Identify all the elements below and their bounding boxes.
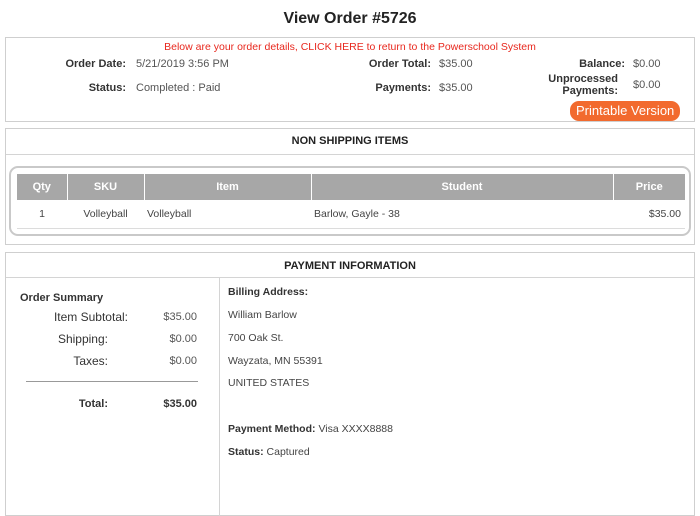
- order-total-label: Order Total:: [368, 58, 431, 70]
- payment-status-row: Status: Captured: [228, 446, 310, 458]
- summary-divider: [26, 381, 198, 382]
- items-table-header: Qty SKU Item Student Price: [17, 174, 685, 200]
- billing-country: UNITED STATES: [228, 377, 310, 389]
- payment-method-value: Visa XXXX8888: [318, 423, 393, 435]
- items-table: Qty SKU Item Student Price 1 Volleyball …: [17, 174, 685, 229]
- order-date-label: Order Date:: [65, 58, 126, 70]
- order-total-value: $35.00: [439, 58, 473, 70]
- payments-label: Payments:: [375, 82, 431, 94]
- unprocessed-payments-value: $0.00: [633, 79, 661, 91]
- cell-item: Volleyball: [144, 200, 311, 229]
- shipping-label: Shipping:: [57, 332, 108, 346]
- balance-label: Balance:: [579, 58, 625, 70]
- billing-city-state-zip: Wayzata, MN 55391: [228, 355, 323, 367]
- return-to-powerschool-link[interactable]: Below are your order details, CLICK HERE…: [6, 41, 694, 53]
- unprocessed-label-line1: Unprocessed: [548, 73, 618, 85]
- non-shipping-items-panel: NON SHIPPING ITEMS Qty SKU Item Student …: [5, 128, 695, 245]
- billing-name: William Barlow: [228, 309, 297, 321]
- shipping-value: $0.00: [169, 333, 197, 345]
- cell-sku: Volleyball: [67, 200, 144, 229]
- column-divider: [219, 277, 220, 516]
- total-value: $35.00: [163, 398, 197, 410]
- unprocessed-label-line2: Payments:: [562, 85, 618, 97]
- column-header-price: Price: [613, 174, 685, 200]
- payment-information-title: PAYMENT INFORMATION: [284, 260, 416, 272]
- order-details-panel: Below are your order details, CLICK HERE…: [5, 37, 695, 122]
- column-header-sku: SKU: [67, 174, 145, 200]
- item-subtotal-label: Item Subtotal:: [53, 310, 128, 324]
- total-label: Total:: [78, 398, 108, 410]
- non-shipping-items-title: NON SHIPPING ITEMS: [291, 135, 409, 147]
- payment-method-label: Payment Method:: [228, 423, 316, 435]
- items-table-container: Qty SKU Item Student Price 1 Volleyball …: [9, 166, 691, 236]
- payment-method-row: Payment Method: Visa XXXX8888: [228, 423, 393, 435]
- payments-value: $35.00: [439, 82, 473, 94]
- column-header-qty: Qty: [17, 174, 68, 200]
- status-label: Status:: [88, 82, 126, 94]
- payment-status-value: Captured: [266, 446, 310, 458]
- page-title: View Order #5726: [283, 10, 417, 27]
- section-divider: [6, 277, 694, 278]
- taxes-label: Taxes:: [73, 354, 108, 368]
- payment-information-panel: PAYMENT INFORMATION Order Summary Item S…: [5, 252, 695, 516]
- column-header-student: Student: [311, 174, 614, 200]
- order-summary-title: Order Summary: [20, 292, 104, 304]
- column-header-item: Item: [144, 174, 312, 200]
- billing-street: 700 Oak St.: [228, 332, 284, 344]
- billing-address-label: Billing Address:: [228, 286, 309, 298]
- cell-student: Barlow, Gayle - 38: [311, 200, 613, 229]
- unprocessed-payments-label: Unprocessed Payments:: [526, 73, 618, 97]
- balance-value: $0.00: [633, 58, 661, 70]
- section-divider: [6, 154, 694, 155]
- cell-price: $35.00: [613, 200, 685, 229]
- item-subtotal-value: $35.00: [163, 311, 197, 323]
- table-row: 1 Volleyball Volleyball Barlow, Gayle - …: [17, 200, 685, 229]
- printable-version-button[interactable]: Printable Version: [570, 101, 681, 121]
- cell-qty: 1: [17, 200, 67, 229]
- payment-status-label: Status:: [228, 446, 264, 458]
- status-value: Completed : Paid: [136, 82, 221, 94]
- order-date-value: 5/21/2019 3:56 PM: [136, 58, 229, 70]
- taxes-value: $0.00: [169, 355, 197, 367]
